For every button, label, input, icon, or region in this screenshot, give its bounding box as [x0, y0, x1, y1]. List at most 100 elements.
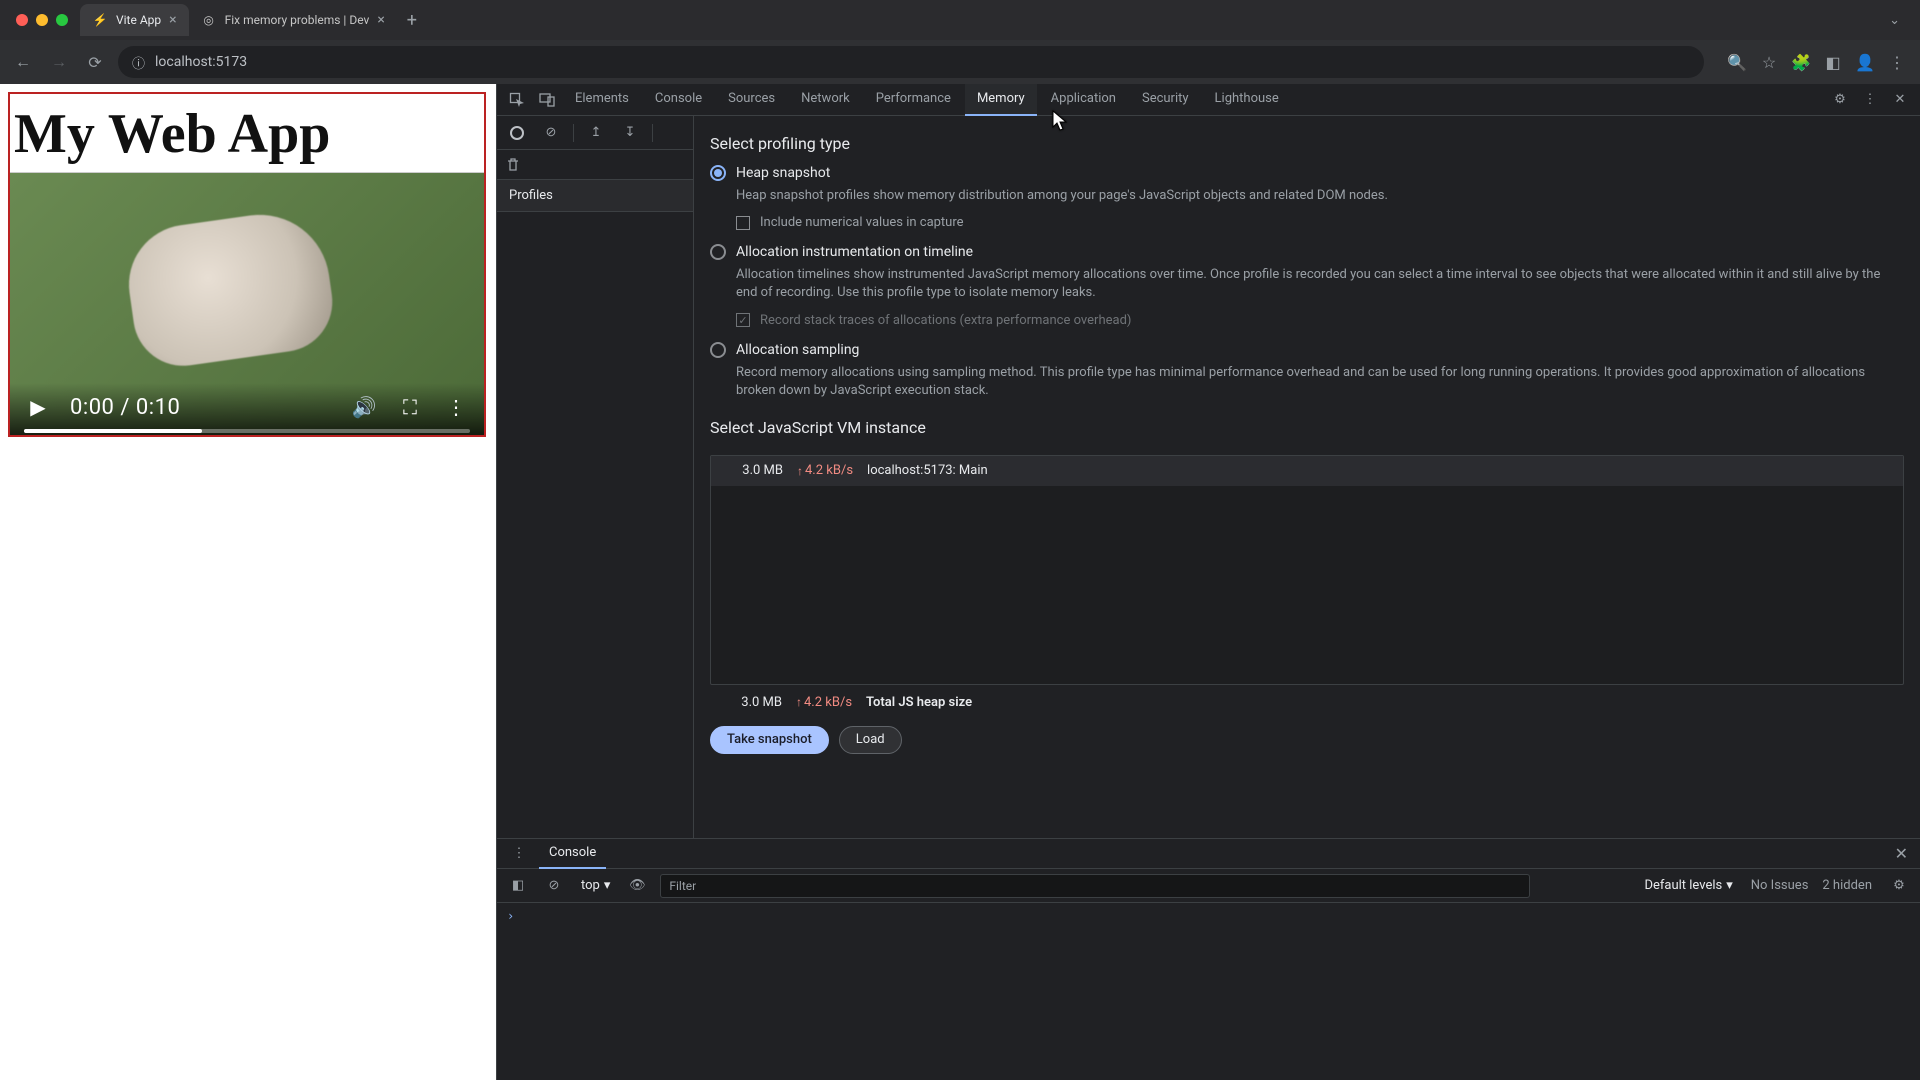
settings-icon[interactable]: ⚙ [1826, 86, 1854, 114]
console-filter-input[interactable]: Filter [660, 874, 1530, 898]
radio-timeline[interactable] [710, 244, 726, 260]
option-label[interactable]: Allocation instrumentation on timeline [736, 244, 973, 260]
close-tab-icon[interactable]: × [377, 12, 384, 28]
main-split: My Web App ▶ 0:00 / 0:10 🔊 ⛶ ⋮ [0, 84, 1920, 1080]
zoom-icon[interactable]: 🔍 [1724, 49, 1750, 75]
total-size: 3.0 MB [718, 695, 782, 710]
new-tab-button[interactable]: + [397, 10, 427, 31]
tab-application[interactable]: Application [1039, 84, 1128, 116]
option-label[interactable]: Allocation sampling [736, 342, 859, 358]
tab-lighthouse[interactable]: Lighthouse [1203, 84, 1291, 116]
console-sidebar-icon[interactable]: ◧ [505, 873, 531, 899]
browser-tab[interactable]: ◎ Fix memory problems | Dev × [189, 4, 397, 36]
option-desc: Heap snapshot profiles show memory distr… [736, 187, 1904, 205]
total-label: Total JS heap size [866, 695, 972, 710]
video-time: 0:00 / 0:10 [70, 395, 180, 420]
video-progress[interactable] [24, 429, 470, 433]
tab-security[interactable]: Security [1130, 84, 1201, 116]
upload-icon[interactable]: ↥ [584, 121, 608, 145]
console-body[interactable]: › [497, 903, 1920, 1080]
select-vm-title: Select JavaScript VM instance [710, 418, 1904, 437]
extensions-icon[interactable]: 🧩 [1788, 49, 1814, 75]
drawer-tab-console[interactable]: Console [539, 839, 606, 869]
close-devtools-icon[interactable]: ✕ [1886, 86, 1914, 114]
tab-title: Fix memory problems | Dev [225, 13, 370, 27]
kebab-menu-icon[interactable]: ⋮ [1884, 49, 1910, 75]
console-toolbar: ◧ ⊘ top▾ 👁 Filter Default levels▾ No Iss… [497, 869, 1920, 903]
url-text: localhost:5173 [155, 54, 247, 70]
site-info-icon[interactable]: ⓘ [132, 53, 145, 72]
load-button[interactable]: Load [839, 726, 902, 754]
console-prompt-icon: › [507, 909, 514, 923]
drawer-tabbar: ⋮ Console ✕ [497, 839, 1920, 869]
tab-console[interactable]: Console [643, 84, 714, 116]
select-type-title: Select profiling type [710, 134, 1904, 153]
close-window-icon[interactable] [16, 14, 28, 26]
reload-button[interactable]: ⟳ [82, 49, 108, 75]
checkbox-label[interactable]: Record stack traces of allocations (extr… [760, 313, 1131, 328]
profile-icon[interactable]: 👤 [1852, 49, 1878, 75]
video-player[interactable]: ▶ 0:00 / 0:10 🔊 ⛶ ⋮ [10, 173, 484, 435]
tab-performance[interactable]: Performance [864, 84, 963, 116]
radio-heap[interactable] [710, 165, 726, 181]
take-snapshot-button[interactable]: Take snapshot [710, 726, 829, 754]
close-tab-icon[interactable]: × [169, 12, 176, 28]
option-label[interactable]: Heap snapshot [736, 165, 830, 181]
minimize-window-icon[interactable] [36, 14, 48, 26]
chrome-menu-icon[interactable]: ⌄ [1889, 13, 1912, 28]
option-desc: Record memory allocations using sampling… [736, 364, 1904, 400]
radio-sampling[interactable] [710, 342, 726, 358]
favicon-icon: ◎ [201, 12, 217, 28]
tab-elements[interactable]: Elements [563, 84, 641, 116]
page-heading: My Web App [10, 94, 484, 173]
sidepanel-icon[interactable]: ◧ [1820, 49, 1846, 75]
favicon-icon: ⚡ [92, 12, 108, 28]
device-toolbar-icon[interactable] [533, 86, 561, 114]
tab-network[interactable]: Network [789, 84, 862, 116]
devtools-tabbar: Elements Console Sources Network Perform… [497, 84, 1920, 116]
log-levels-selector[interactable]: Default levels▾ [1640, 878, 1736, 893]
vm-rate: ↑4.2 kB/s [797, 463, 853, 478]
clear-console-icon[interactable]: ⊘ [541, 873, 567, 899]
fullscreen-button[interactable]: ⛶ [396, 393, 424, 421]
checkbox-record-stacks[interactable] [736, 313, 750, 327]
vm-total-row: 3.0 MB ↑4.2 kB/s Total JS heap size [710, 685, 1904, 722]
up-arrow-icon: ↑ [796, 695, 802, 709]
action-buttons: Take snapshot Load [710, 726, 1904, 754]
tab-memory[interactable]: Memory [965, 84, 1037, 116]
memory-panel: ⊘ ↥ ↧ Profiles Select profiling type Hea… [497, 116, 1920, 838]
gc-button[interactable] [497, 150, 693, 180]
browser-chrome: ⚡ Vite App × ◎ Fix memory problems | Dev… [0, 0, 1920, 84]
tab-sources[interactable]: Sources [716, 84, 787, 116]
console-settings-icon[interactable]: ⚙ [1886, 873, 1912, 899]
close-drawer-icon[interactable]: ✕ [1891, 844, 1912, 863]
devtools-menu-icon[interactable]: ⋮ [1856, 86, 1884, 114]
clear-button[interactable]: ⊘ [539, 121, 563, 145]
issues-label[interactable]: No Issues [1751, 878, 1809, 893]
nav-actions: 🔍 ☆ 🧩 ◧ 👤 ⋮ [1724, 49, 1910, 75]
inspect-element-icon[interactable] [503, 86, 531, 114]
tab-bar: ⚡ Vite App × ◎ Fix memory problems | Dev… [0, 0, 1920, 40]
chevron-down-icon: ▾ [1726, 878, 1733, 893]
browser-tab-active[interactable]: ⚡ Vite App × [80, 4, 189, 36]
bookmark-icon[interactable]: ☆ [1756, 49, 1782, 75]
chevron-down-icon: ▾ [604, 878, 611, 893]
forward-button[interactable]: → [46, 49, 72, 75]
live-expression-icon[interactable]: 👁 [624, 873, 650, 899]
play-button[interactable]: ▶ [24, 393, 52, 421]
record-button[interactable] [505, 121, 529, 145]
checkbox-label[interactable]: Include numerical values in capture [760, 215, 964, 230]
vm-size: 3.0 MB [719, 463, 783, 478]
video-menu-button[interactable]: ⋮ [442, 393, 470, 421]
download-icon[interactable]: ↧ [618, 121, 642, 145]
hidden-count[interactable]: 2 hidden [1822, 878, 1872, 893]
back-button[interactable]: ← [10, 49, 36, 75]
volume-button[interactable]: 🔊 [350, 393, 378, 421]
sidebar-heading: Profiles [497, 180, 693, 212]
address-bar[interactable]: ⓘ localhost:5173 [118, 46, 1704, 78]
drawer-menu-icon[interactable]: ⋮ [505, 840, 533, 868]
vm-row[interactable]: 3.0 MB ↑4.2 kB/s localhost:5173: Main [711, 456, 1903, 486]
context-selector[interactable]: top▾ [577, 878, 614, 893]
checkbox-include-numerical[interactable] [736, 216, 750, 230]
maximize-window-icon[interactable] [56, 14, 68, 26]
